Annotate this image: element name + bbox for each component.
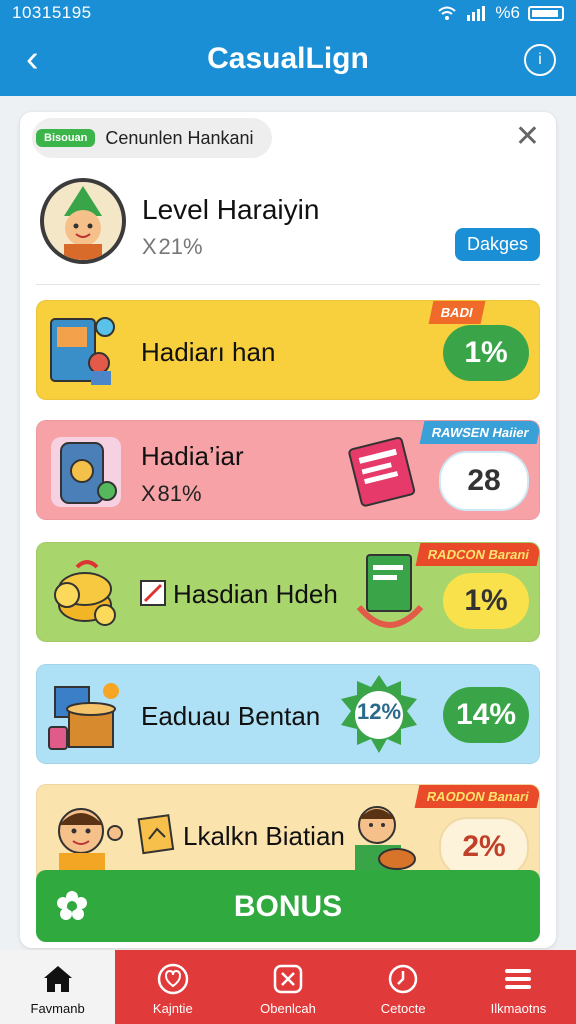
tab-label: Kajntie (152, 1001, 193, 1016)
level-title: Level Haraiyin (142, 194, 320, 225)
row-label: Hadia’iar (141, 441, 244, 471)
reward-row-3[interactable]: Hasdian Hdeh RADCON Barani 1% (36, 542, 540, 642)
row-ribbon: BADI (428, 301, 486, 324)
tab-home[interactable]: Favmanb (0, 950, 116, 1024)
bonus-button[interactable]: BONUS (36, 870, 540, 942)
avatar-illustration (64, 186, 102, 260)
reward-row-2[interactable]: Hadia’iar X 81% RAWSEN Haiier 28 (36, 420, 540, 520)
battery-icon (528, 5, 564, 21)
tab-menu[interactable]: Ilkmaotns (461, 950, 576, 1024)
tab-label: Ilkmaotns (490, 1001, 547, 1016)
clock-icon (388, 964, 418, 994)
row-label: Eaduau Bentan (141, 701, 321, 731)
ticket-icon (348, 436, 416, 507)
reward-row-4[interactable]: Eaduau Bentan 12% 14% (36, 664, 540, 764)
reward-row-1[interactable]: Hadiarı han BADI 1% (36, 300, 540, 400)
checkbox-icon (140, 580, 166, 606)
row-label: Hasdian Hdeh (173, 579, 338, 609)
phone-icon (51, 437, 121, 507)
note-icon (137, 814, 175, 855)
status-bar: 10315195 %6 (0, 0, 576, 26)
row-label: Hadiarı han (141, 337, 276, 367)
reward-row-5[interactable]: Lkalkn Biatian RAODON Banari 2% (36, 784, 540, 884)
percent-badge: 2% (439, 817, 529, 877)
close-button[interactable]: ✕ (515, 122, 540, 152)
basket-icon (48, 683, 119, 750)
tab-label: Cetocte (380, 1001, 426, 1016)
wifi-icon (438, 6, 457, 20)
row-label: Lkalkn Biatian (183, 821, 345, 851)
divider (36, 284, 540, 285)
tab-favorites[interactable]: Kajntie (115, 950, 230, 1024)
app-title: CasualLign (207, 42, 369, 75)
gift-icon (273, 964, 303, 994)
tab-rewards[interactable]: Obenlcah (230, 950, 345, 1024)
chip-text: Cenunlen Hankani (105, 127, 254, 148)
tab-label: Obenlcah (260, 1001, 316, 1016)
percent-badge: 1% (443, 573, 529, 629)
level-button[interactable]: Dakges (454, 228, 540, 261)
percent-badge: 1% (443, 325, 529, 381)
avatar[interactable] (40, 178, 126, 264)
level-progress: X 21% (142, 234, 203, 259)
rewards-card: Bisouan Cenunlen Hankani ✕ Level Haraiyi… (20, 112, 556, 948)
app-bar: ‹ CasualLign i (0, 26, 576, 96)
row-ribbon: RAODON Banari (414, 785, 539, 808)
tab-label: Favmanb (30, 1001, 85, 1016)
signal-icon (467, 6, 486, 21)
menu-icon (505, 969, 532, 989)
network-label: %6 (495, 3, 520, 22)
sticker-badge: 12% (337, 673, 421, 757)
header-chip[interactable]: Bisouan Cenunlen Hankani (32, 118, 272, 158)
percent-badge: 14% (443, 687, 529, 743)
row-ribbon: RAWSEN Haiier (419, 421, 539, 444)
book-icon (50, 317, 115, 385)
coins-icon (54, 560, 116, 626)
heart-icon (157, 963, 189, 995)
chip-tag: Bisouan (36, 129, 96, 147)
percent-badge: 28 (439, 451, 529, 511)
tab-history[interactable]: Cetocte (346, 950, 461, 1024)
green-book-icon (356, 554, 424, 628)
home-icon (43, 966, 72, 992)
info-button[interactable]: i (524, 44, 556, 76)
row-ribbon: RADCON Barani (415, 543, 539, 566)
row-sub: X 81% (141, 481, 202, 506)
sticker-text: 12% (356, 699, 402, 724)
bottom-nav: Favmanb Kajntie Obenlcah Cetocte Ilkmaot… (0, 950, 576, 1024)
status-time: 10315195 (12, 3, 92, 22)
bonus-label: BONUS (233, 890, 343, 923)
